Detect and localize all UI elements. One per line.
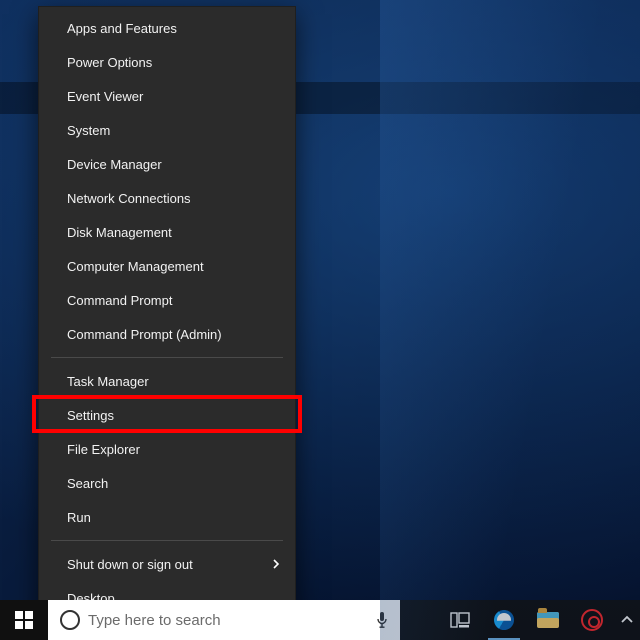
winx-item-label: Device Manager	[67, 157, 162, 172]
winx-run[interactable]: Run	[39, 500, 295, 534]
winx-file-explorer[interactable]: File Explorer	[39, 432, 295, 466]
winx-item-label: Search	[67, 476, 108, 491]
winx-shutdown-signout[interactable]: Shut down or sign out	[39, 547, 295, 581]
winx-item-label: Power Options	[67, 55, 152, 70]
taskbar-search[interactable]: Type here to search	[48, 600, 400, 640]
app-gear-button[interactable]	[570, 600, 614, 640]
windows-logo-icon	[15, 611, 33, 629]
winx-system[interactable]: System	[39, 113, 295, 147]
winx-item-label: Computer Management	[67, 259, 204, 274]
taskbar: Type here to search	[0, 600, 640, 640]
file-explorer-icon	[537, 612, 559, 628]
chevron-up-icon	[618, 611, 636, 629]
winx-item-label: File Explorer	[67, 442, 140, 457]
winx-network-connections[interactable]: Network Connections	[39, 181, 295, 215]
winx-apps-and-features[interactable]: Apps and Features	[39, 11, 295, 45]
desktop-background: Apps and Features Power Options Event View…	[0, 0, 640, 640]
tray-overflow-button[interactable]	[614, 600, 640, 640]
winx-disk-management[interactable]: Disk Management	[39, 215, 295, 249]
task-view-button[interactable]	[438, 600, 482, 640]
winx-item-label: Command Prompt (Admin)	[67, 327, 222, 342]
file-explorer-button[interactable]	[526, 600, 570, 640]
taskbar-pinned-apps	[438, 600, 640, 640]
start-button[interactable]	[0, 600, 48, 640]
winx-command-prompt[interactable]: Command Prompt	[39, 283, 295, 317]
taskbar-search-placeholder: Type here to search	[88, 612, 364, 629]
winx-item-label: Settings	[67, 408, 114, 423]
edge-browser-button[interactable]	[482, 600, 526, 640]
winx-item-label: System	[67, 123, 110, 138]
winx-item-label: Run	[67, 510, 91, 525]
winx-computer-management[interactable]: Computer Management	[39, 249, 295, 283]
winx-context-menu: Apps and Features Power Options Event View…	[38, 6, 296, 626]
winx-task-manager[interactable]: Task Manager	[39, 364, 295, 398]
winx-item-label: Command Prompt	[67, 293, 172, 308]
winx-separator	[51, 357, 283, 358]
winx-item-label: Shut down or sign out	[67, 557, 193, 572]
task-view-icon	[450, 612, 470, 628]
winx-event-viewer[interactable]: Event Viewer	[39, 79, 295, 113]
winx-device-manager[interactable]: Device Manager	[39, 147, 295, 181]
winx-settings[interactable]: Settings	[39, 398, 295, 432]
winx-item-label: Task Manager	[67, 374, 149, 389]
winx-item-label: Apps and Features	[67, 21, 177, 36]
winx-separator	[51, 540, 283, 541]
winx-item-label: Network Connections	[67, 191, 191, 206]
chevron-right-icon	[271, 559, 281, 569]
winx-item-label: Event Viewer	[67, 89, 143, 104]
app-gear-red-icon	[581, 609, 603, 631]
winx-power-options[interactable]: Power Options	[39, 45, 295, 79]
edge-icon	[494, 610, 514, 630]
cortana-icon	[60, 610, 80, 630]
winx-item-label: Disk Management	[67, 225, 172, 240]
microphone-icon[interactable]	[372, 608, 392, 632]
winx-command-prompt-admin[interactable]: Command Prompt (Admin)	[39, 317, 295, 351]
winx-search[interactable]: Search	[39, 466, 295, 500]
